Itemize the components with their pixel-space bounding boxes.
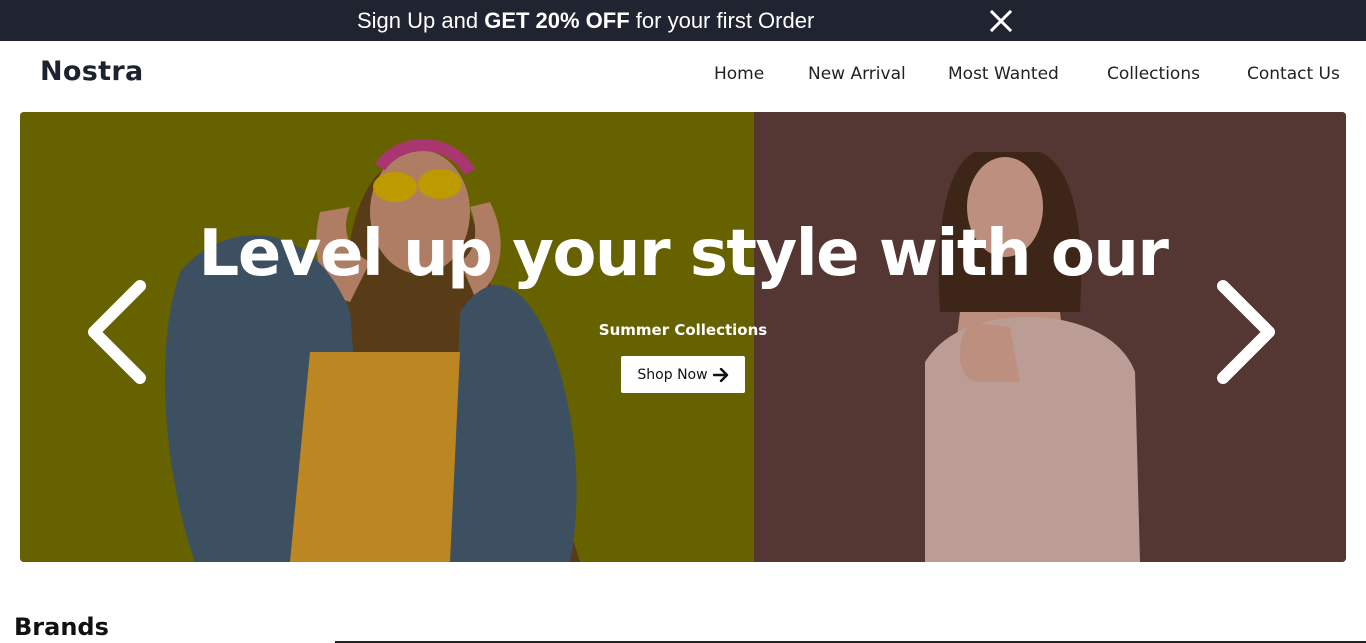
chevron-right-icon[interactable] [1215,280,1277,384]
hero-carousel: Level up your style with our Summer Coll… [20,112,1346,562]
shop-now-label: Shop Now [637,366,708,383]
shop-now-button[interactable]: Shop Now [621,356,745,393]
promo-text: Sign Up and GET 20% OFF for your first O… [357,8,814,34]
promo-text-tail: for your first Order [629,8,815,33]
close-icon[interactable] [988,8,1014,34]
nav-contact-us[interactable]: Contact Us [1247,64,1340,84]
nav-most-wanted[interactable]: Most Wanted [948,64,1059,84]
promo-banner: Sign Up and GET 20% OFF for your first O… [0,0,1366,41]
hero-headline: Level up your style with our [198,217,1169,291]
promo-text-lead: Sign Up and [357,8,485,33]
arrow-right-icon [712,367,729,382]
nav-new-arrival[interactable]: New Arrival [808,64,906,84]
hero-subtitle: Summer Collections [598,321,768,339]
brands-heading: Brands [14,613,109,641]
nav-collections[interactable]: Collections [1107,64,1200,84]
nav-home[interactable]: Home [714,64,764,84]
chevron-left-icon[interactable] [86,280,148,384]
main-nav: Home New Arrival Most Wanted Collections… [0,64,1366,88]
promo-discount: GET 20% OFF [484,8,630,33]
